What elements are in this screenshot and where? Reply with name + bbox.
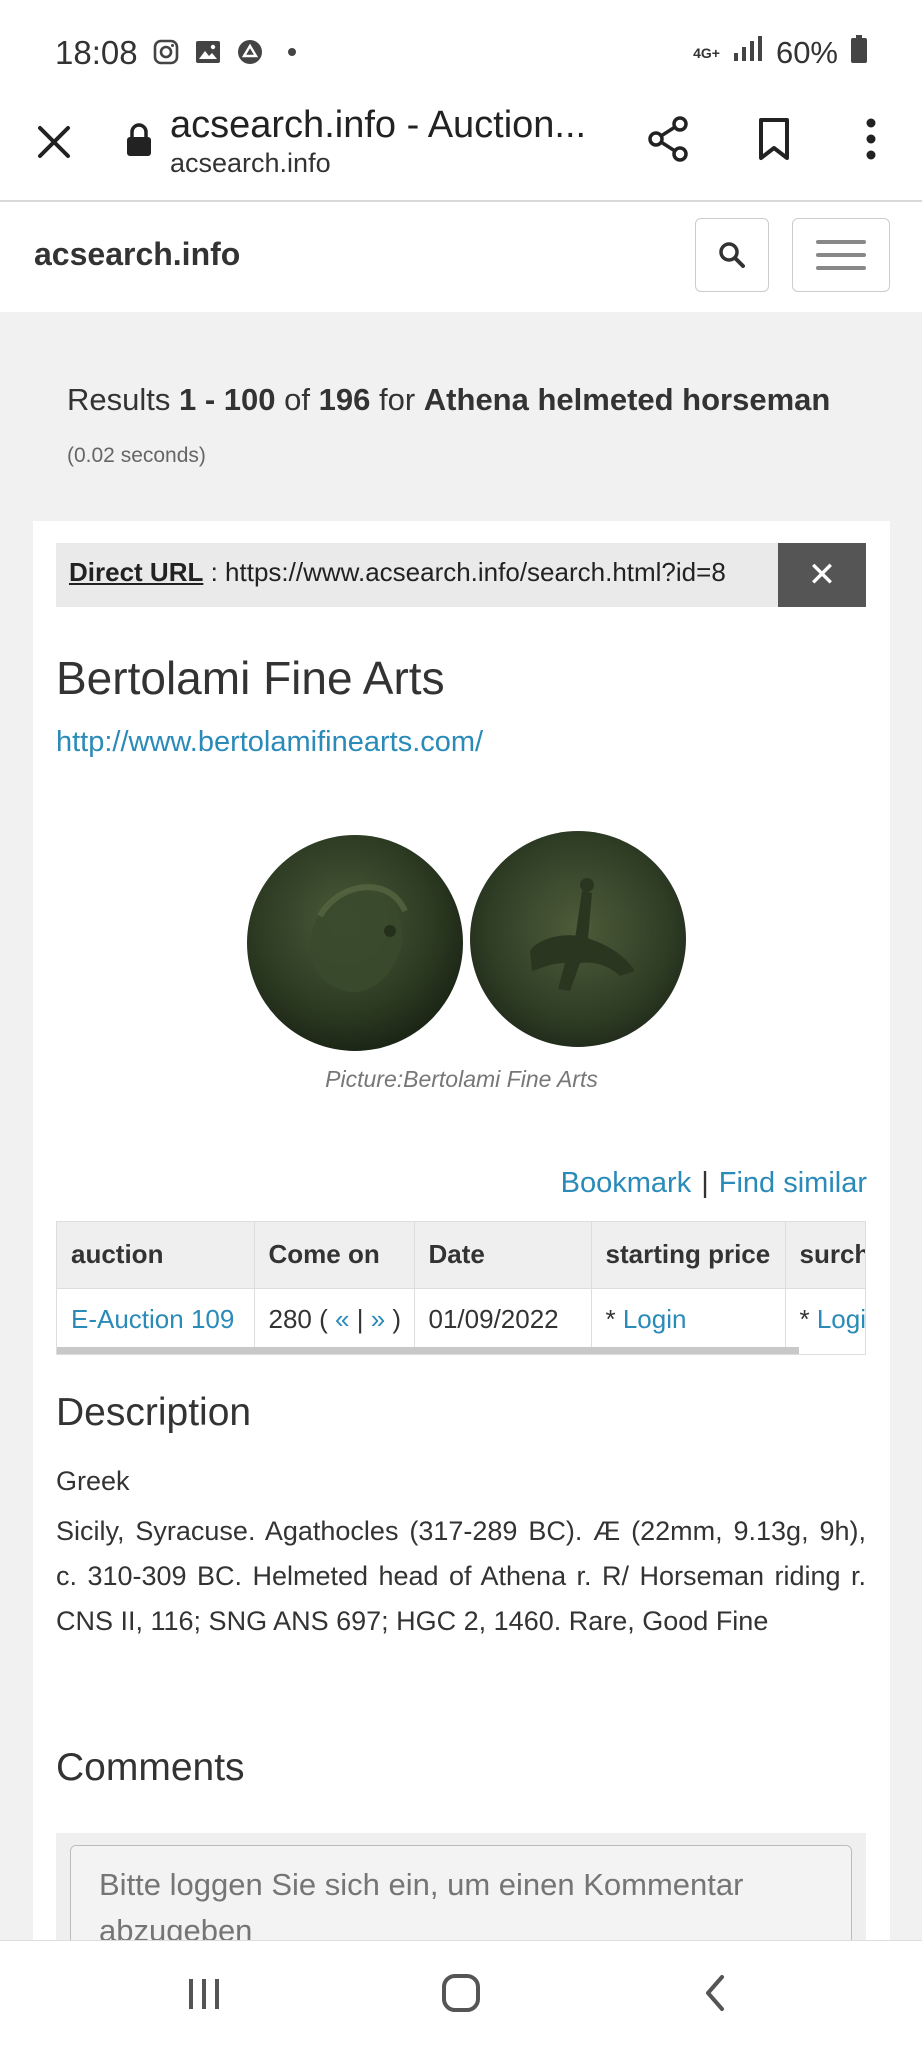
- header-surch: surch: [785, 1222, 865, 1288]
- recent-apps-icon[interactable]: [186, 1975, 222, 2013]
- direct-url-bar: Direct URL : https://www.acsearch.info/s…: [56, 543, 866, 607]
- results-for: for: [378, 382, 416, 417]
- results-total: 196: [318, 382, 371, 417]
- system-nav-bar: [0, 1940, 922, 2048]
- more-options-icon[interactable]: [856, 114, 886, 164]
- page-title[interactable]: acsearch.info - Auction...: [170, 104, 600, 147]
- status-right: 4G+ 60%: [693, 34, 868, 72]
- starting-price-login-link[interactable]: Login: [623, 1304, 687, 1334]
- dot-icon: [278, 38, 306, 66]
- picture-caption: Picture:Bertolami Fine Arts: [325, 1066, 598, 1092]
- lock-icon[interactable]: [124, 122, 154, 158]
- results-range: 1 - 100: [179, 382, 276, 417]
- direct-url-value: https://www.acsearch.info/search.html?id…: [225, 557, 726, 587]
- auction-house-link[interactable]: http://www.bertolamifinearts.com/: [56, 726, 483, 759]
- lot-close-paren: ): [392, 1303, 402, 1334]
- lot-card: Direct URL : https://www.acsearch.info/s…: [33, 521, 890, 1965]
- lot-number: 280 (: [268, 1303, 328, 1334]
- results-query: Athena helmeted horseman: [423, 382, 831, 417]
- auction-house-name: Bertolami Fine Arts: [56, 652, 445, 704]
- page-domain[interactable]: acsearch.info: [170, 148, 331, 179]
- share-icon[interactable]: [644, 114, 692, 164]
- cell-surch: * Logi: [785, 1287, 865, 1350]
- header-come-on: Come on: [254, 1222, 415, 1288]
- action-separator: |: [701, 1167, 709, 1199]
- prev-lot-link[interactable]: «: [335, 1304, 349, 1334]
- auction-link[interactable]: E-Auction 109: [71, 1304, 234, 1334]
- cell-auction: E-Auction 109: [57, 1287, 255, 1350]
- search-icon: [719, 242, 745, 268]
- site-search-button[interactable]: [695, 218, 769, 292]
- instagram-icon: [152, 38, 180, 66]
- description-category: Greek: [56, 1466, 130, 1496]
- cell-date: 01/09/2022: [414, 1287, 592, 1350]
- next-lot-link[interactable]: »: [371, 1304, 385, 1334]
- header-date: Date: [414, 1222, 592, 1288]
- home-icon[interactable]: [441, 1971, 481, 2015]
- direct-url-separator: :: [203, 557, 226, 587]
- description-text: Sicily, Syracuse. Agathocles (317-289 BC…: [56, 1516, 866, 1636]
- notification-icons: [152, 38, 306, 66]
- lot-nav-separator: |: [356, 1303, 364, 1334]
- signal-icon: [732, 35, 764, 71]
- table-row: E-Auction 109 280 ( « | » ) 01/09/2022 *…: [57, 1287, 865, 1350]
- site-header: acsearch.info: [0, 202, 922, 312]
- battery-icon: [850, 34, 868, 72]
- table-scrollbar[interactable]: [57, 1347, 799, 1354]
- back-icon[interactable]: [700, 1973, 730, 2013]
- menu-bar-icon: [816, 253, 866, 257]
- description-heading: Description: [56, 1391, 252, 1434]
- bookmark-icon[interactable]: [754, 116, 794, 162]
- results-of: of: [284, 382, 310, 417]
- start-prefix: *: [605, 1303, 623, 1334]
- comment-box: [56, 1833, 866, 1965]
- table-header-row: auction Come on Date starting price surc…: [57, 1222, 865, 1288]
- coin-image[interactable]: [240, 821, 720, 1066]
- direct-url-text[interactable]: Direct URL : https://www.acsearch.info/s…: [69, 557, 749, 588]
- results-timing: (0.02 seconds): [67, 444, 206, 467]
- site-brand[interactable]: acsearch.info: [34, 236, 240, 273]
- comments-heading: Comments: [56, 1746, 245, 1789]
- battery-percent: 60%: [775, 35, 838, 70]
- menu-bar-icon: [816, 266, 866, 270]
- direct-url-label: Direct URL: [69, 557, 204, 587]
- close-tab-icon[interactable]: [32, 120, 76, 164]
- app-icon: [236, 38, 264, 66]
- lot-table[interactable]: auction Come on Date starting price surc…: [56, 1221, 866, 1355]
- menu-bar-icon: [816, 240, 866, 244]
- lot-actions: Bookmark | Find similar: [561, 1167, 867, 1200]
- browser-toolbar: acsearch.info - Auction... acsearch.info: [0, 104, 922, 202]
- hamburger-menu-button[interactable]: [792, 218, 890, 292]
- gallery-icon: [194, 38, 222, 66]
- network-type: 4G+: [693, 45, 720, 61]
- status-time: 18:08: [55, 34, 138, 71]
- direct-url-close-button[interactable]: ✕: [778, 543, 866, 607]
- status-bar: 18:08 4G+ 60%: [0, 0, 922, 104]
- header-starting-price: starting price: [591, 1222, 786, 1288]
- results-summary: Results 1 - 100 of 196 for Athena helmet…: [67, 382, 830, 418]
- cell-starting-price: * Login: [591, 1287, 786, 1350]
- surch-login-link[interactable]: Logi: [817, 1304, 865, 1334]
- cell-lot: 280 ( « | » ): [254, 1287, 415, 1350]
- find-similar-link[interactable]: Find similar: [719, 1167, 867, 1199]
- header-auction: auction: [57, 1222, 255, 1288]
- results-prefix: Results: [67, 382, 171, 417]
- bookmark-link[interactable]: Bookmark: [561, 1167, 692, 1199]
- surch-prefix: *: [799, 1303, 817, 1334]
